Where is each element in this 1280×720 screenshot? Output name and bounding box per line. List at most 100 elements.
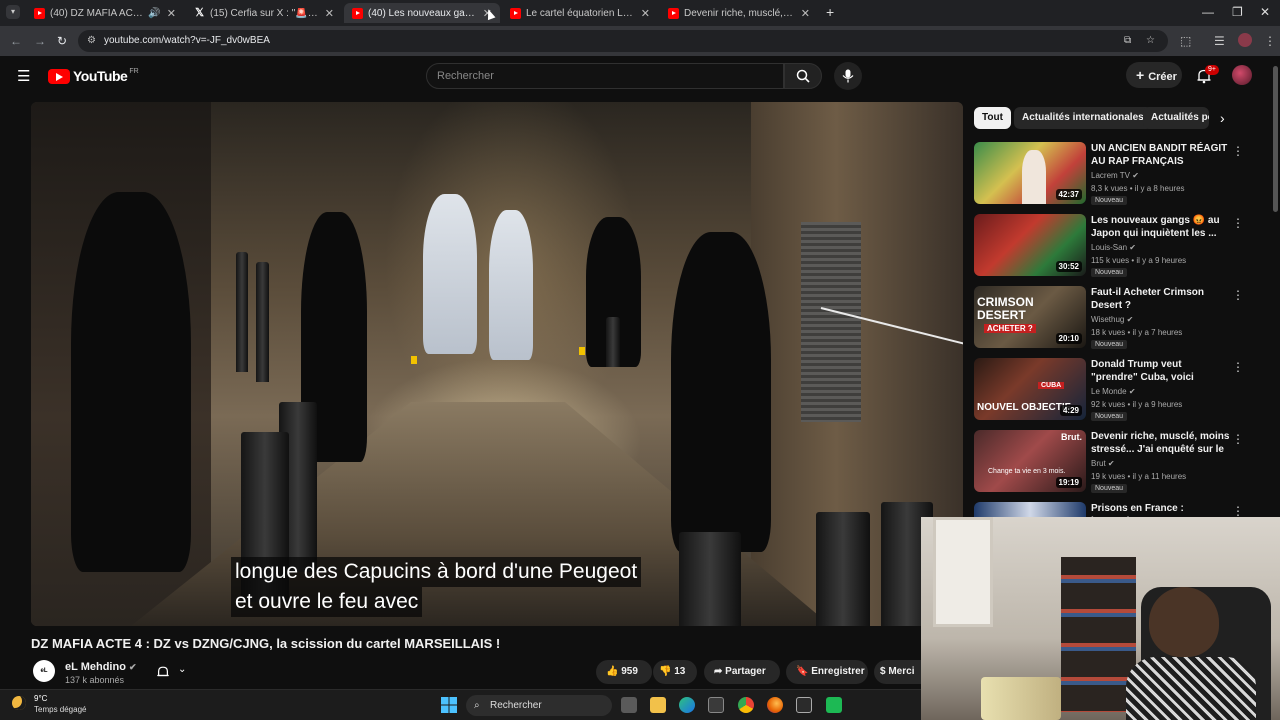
extensions-icon[interactable]: ⬚ bbox=[1180, 34, 1191, 48]
more-options-icon[interactable]: ⋮ bbox=[1232, 216, 1244, 230]
recommended-title: Prisons en France : immersion bbox=[1091, 503, 1184, 517]
maximize-icon[interactable]: ❐ bbox=[1232, 5, 1243, 19]
tab-label: Devenir riche, musclé, moins str bbox=[684, 7, 795, 19]
recommended-channel: Brut ✔ bbox=[1091, 459, 1115, 468]
url-text: youtube.com/watch?v=-JF_dv0wBEA bbox=[104, 35, 270, 46]
more-options-icon[interactable]: ⋮ bbox=[1232, 432, 1244, 446]
verified-badge-icon: ✔ bbox=[1107, 459, 1115, 468]
browser-tab-5[interactable]: Devenir riche, musclé, moins str ✕ bbox=[660, 3, 818, 23]
verified-badge-icon: ✔ bbox=[128, 662, 137, 672]
recommended-video[interactable]: 42:37 UN ANCIEN BANDIT RÉAGIT AU RAP FRA… bbox=[974, 142, 1264, 208]
video-duration: 19:19 bbox=[1055, 477, 1082, 488]
close-window-icon[interactable]: ✕ bbox=[1260, 5, 1270, 19]
voice-search-button[interactable] bbox=[834, 62, 862, 90]
profile-icon[interactable] bbox=[1238, 33, 1252, 47]
chevron-right-icon[interactable]: › bbox=[1220, 110, 1225, 126]
chip-political-news[interactable]: Actualités po bbox=[1143, 107, 1209, 129]
file-explorer-icon[interactable] bbox=[650, 697, 666, 713]
app-icon[interactable] bbox=[796, 697, 812, 713]
firefox-browser-icon[interactable] bbox=[767, 697, 783, 713]
edge-browser-icon[interactable] bbox=[679, 697, 695, 713]
recommended-video[interactable]: CRIMSON DESERT ACHETER ? 20:10 Faut-il A… bbox=[974, 286, 1264, 352]
green-app-icon[interactable] bbox=[826, 697, 842, 713]
save-button[interactable]: 🔖 Enregistrer bbox=[786, 660, 868, 684]
evidence-marker bbox=[411, 356, 417, 364]
tab-groups-icon[interactable]: ☰ bbox=[1214, 34, 1225, 48]
close-tab-icon[interactable]: ✕ bbox=[635, 7, 650, 20]
account-avatar[interactable] bbox=[1232, 65, 1252, 85]
create-label: Créer bbox=[1148, 71, 1177, 83]
recommended-video[interactable]: 30:52 Les nouveaux gangs 😡 au Japon qui … bbox=[974, 214, 1264, 280]
taskbar-search[interactable]: ⌕ Rechercher bbox=[466, 695, 612, 716]
windows-taskbar: 9°C Temps dégagé ⌕ Rechercher bbox=[0, 689, 921, 720]
chrome-browser-icon[interactable] bbox=[738, 697, 754, 713]
search-icon: ⌕ bbox=[474, 700, 480, 711]
browser-menu-icon[interactable]: ⋮ bbox=[1264, 34, 1276, 48]
bookmark-star-icon[interactable]: ☆ bbox=[1146, 30, 1155, 52]
dislike-button[interactable]: 👎 13 bbox=[653, 660, 697, 684]
more-options-icon[interactable]: ⋮ bbox=[1232, 504, 1244, 517]
channel-name[interactable]: eL Mehdino ✔ bbox=[65, 661, 137, 673]
new-badge: Nouveau bbox=[1091, 340, 1128, 349]
site-info-icon[interactable]: ⚙ bbox=[87, 30, 96, 52]
video-thumbnail[interactable]: CRIMSON DESERT ACHETER ? 20:10 bbox=[974, 286, 1086, 348]
chip-all[interactable]: Tout bbox=[974, 107, 1011, 129]
like-button[interactable]: 👍 959 bbox=[596, 660, 652, 684]
minimize-icon[interactable]: — bbox=[1202, 5, 1214, 19]
notification-count-badge: 9+ bbox=[1205, 65, 1219, 75]
video-thumbnail[interactable]: 42:37 bbox=[974, 142, 1086, 204]
recommended-channel: Lacrem TV ✔ bbox=[1091, 171, 1139, 180]
browser-tab-2[interactable]: 𝕏 (15) Cerfia sur X : "🚨 FLASH ✕ bbox=[186, 3, 342, 23]
close-tab-icon[interactable]: ✕ bbox=[795, 7, 810, 20]
address-bar[interactable]: ⚙ youtube.com/watch?v=-JF_dv0wBEA ⧉ ☆ bbox=[78, 30, 1168, 52]
audio-playing-icon[interactable]: 🔊 bbox=[148, 8, 160, 19]
chip-international-news[interactable]: Actualités internationales bbox=[1014, 107, 1152, 129]
task-view-icon[interactable] bbox=[621, 697, 637, 713]
youtube-play-logo-icon bbox=[48, 68, 70, 84]
hamburger-menu-icon[interactable]: ☰ bbox=[17, 67, 30, 85]
thanks-button[interactable]: $ Merci bbox=[874, 660, 921, 684]
more-options-icon[interactable]: ⋮ bbox=[1232, 144, 1244, 158]
streamer-sweater bbox=[1126, 657, 1256, 720]
forward-icon[interactable]: → bbox=[34, 34, 46, 48]
recommended-video[interactable]: Prisons en France : immersion ⋮ bbox=[974, 502, 1264, 517]
video-player[interactable]: longue des Capucins à bord d'une Peugeot… bbox=[31, 102, 963, 626]
browser-tab-4[interactable]: Le cartel équatorien Los Lobos ✕ bbox=[502, 3, 658, 23]
video-thumbnail[interactable]: CUBA NOUVEL OBJECTIF 4:29 bbox=[974, 358, 1086, 420]
browser-tab-1[interactable]: (40) DZ MAFIA ACTE 4 : DZ 🔊 ✕ bbox=[26, 3, 184, 23]
share-button[interactable]: ➦ Partager bbox=[704, 660, 780, 684]
more-options-icon[interactable]: ⋮ bbox=[1232, 288, 1244, 302]
recommended-meta: 92 k vues • il y a 9 heures bbox=[1091, 400, 1183, 409]
tab-search-icon[interactable]: ▾ bbox=[6, 5, 20, 19]
recommended-video[interactable]: CUBA NOUVEL OBJECTIF 4:29 Donald Trump v… bbox=[974, 358, 1264, 424]
subscription-notification-button[interactable]: ⌄ bbox=[146, 660, 196, 684]
back-icon[interactable]: ← bbox=[10, 34, 22, 48]
youtube-logo[interactable]: YouTube FR bbox=[48, 68, 139, 84]
install-app-icon[interactable]: ⧉ bbox=[1124, 30, 1131, 52]
video-thumbnail[interactable]: Brut. Change ta vie en 3 mois. 19:19 bbox=[974, 430, 1086, 492]
weather-moon-icon[interactable] bbox=[12, 696, 26, 710]
search-input[interactable]: Rechercher bbox=[426, 63, 784, 89]
search-button[interactable] bbox=[784, 63, 822, 89]
thumbs-down-icon: 👎 bbox=[659, 666, 672, 677]
close-tab-icon[interactable]: ✕ bbox=[161, 7, 176, 20]
forensic-officer-1 bbox=[423, 194, 477, 354]
page-scrollbar[interactable] bbox=[1273, 66, 1278, 212]
subtitle-line-1: longue des Capucins à bord d'une Peugeot bbox=[231, 557, 642, 587]
create-button[interactable]: + Créer bbox=[1126, 62, 1182, 88]
new-tab-icon[interactable]: + bbox=[826, 4, 834, 20]
close-tab-icon[interactable]: ✕ bbox=[319, 7, 334, 20]
browser-tab-3-active[interactable]: (40) Les nouveaux gangs 😡 au ✕ bbox=[344, 3, 500, 23]
channel-avatar[interactable]: eL MEHDINO bbox=[33, 660, 61, 696]
video-thumbnail[interactable] bbox=[974, 502, 1086, 517]
video-thumbnail[interactable]: 30:52 bbox=[974, 214, 1086, 276]
recommended-video[interactable]: Brut. Change ta vie en 3 mois. 19:19 Dev… bbox=[974, 430, 1264, 496]
reload-icon[interactable]: ↻ bbox=[57, 34, 67, 48]
weather-description: Temps dégagé bbox=[34, 705, 87, 714]
tab-label: (40) DZ MAFIA ACTE 4 : DZ bbox=[50, 7, 145, 19]
windows-start-icon[interactable] bbox=[441, 697, 457, 713]
more-options-icon[interactable]: ⋮ bbox=[1232, 360, 1244, 374]
microsoft-store-icon[interactable] bbox=[708, 697, 724, 713]
save-icon: 🔖 bbox=[796, 666, 809, 677]
webcam-overlay bbox=[921, 517, 1280, 720]
